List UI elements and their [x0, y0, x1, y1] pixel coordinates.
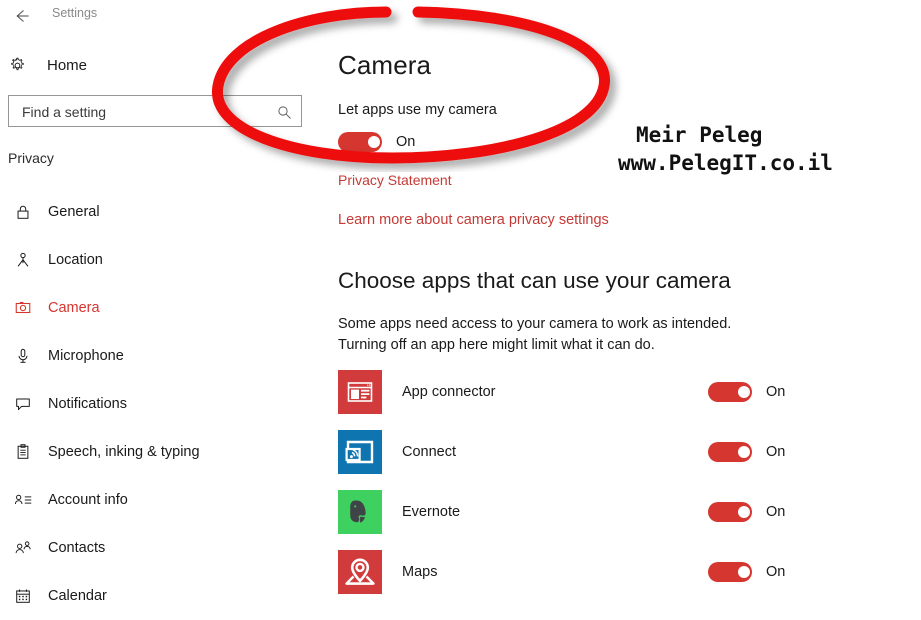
- back-arrow-icon[interactable]: [8, 2, 36, 30]
- table-row[interactable]: Maps On: [338, 550, 918, 610]
- toggle-knob: [368, 136, 380, 148]
- watermark-line-1: Meir Peleg: [636, 123, 763, 147]
- watermark: Meir Peleg www.PelegIT.co.il: [618, 121, 833, 177]
- settings-content-pane: Camera Let apps use my camera On Privacy…: [322, 34, 921, 606]
- sidebar-home-label: Home: [47, 56, 88, 74]
- maps-toggle[interactable]: [708, 562, 752, 582]
- account-list-icon: [10, 487, 36, 513]
- gear-icon: [8, 52, 38, 78]
- toggle-knob: [738, 446, 750, 458]
- sidebar-item-account-info[interactable]: Account info: [0, 476, 322, 524]
- location-pin-icon: [10, 247, 36, 273]
- sidebar-item-contacts[interactable]: Contacts: [0, 524, 322, 572]
- toggle-knob: [738, 566, 750, 578]
- sidebar-item-label: Location: [48, 252, 103, 268]
- sidebar-item-label: Camera: [48, 300, 100, 316]
- search-input[interactable]: [20, 96, 264, 128]
- sidebar-item-label: Calendar: [48, 588, 107, 604]
- privacy-statement-link[interactable]: Privacy Statement: [338, 172, 452, 188]
- app-title: Settings: [52, 6, 98, 20]
- camera-icon: [10, 295, 36, 321]
- let-apps-use-camera-toggle[interactable]: [338, 132, 382, 152]
- sidebar-item-label: Notifications: [48, 396, 127, 412]
- app-toggle-wrap: On: [708, 442, 785, 462]
- search-box[interactable]: [8, 95, 302, 128]
- sidebar-nav-list: General Location Camera Microphone Notif…: [0, 188, 322, 620]
- section-description: Some apps need access to your camera to …: [338, 316, 732, 353]
- clipboard-icon: [10, 439, 36, 465]
- speech-bubble-icon: [10, 391, 36, 417]
- sidebar-item-home[interactable]: Home: [8, 48, 87, 82]
- app-name: Evernote: [402, 504, 461, 520]
- learn-more-link[interactable]: Learn more about camera privacy settings: [338, 212, 609, 228]
- evernote-elephant-icon: [338, 490, 382, 534]
- app-toggle-wrap: On: [708, 502, 785, 522]
- app-toggle-state: On: [766, 564, 786, 580]
- app-name: App connector: [402, 384, 496, 400]
- app-connector-toggle[interactable]: [708, 382, 752, 402]
- master-toggle-row: On: [338, 128, 415, 156]
- sidebar-item-label: General: [48, 204, 100, 220]
- page-title: Camera: [338, 50, 432, 80]
- sidebar-item-notifications[interactable]: Notifications: [0, 380, 322, 428]
- table-row[interactable]: Evernote On: [338, 490, 918, 550]
- sidebar-item-general[interactable]: General: [0, 188, 322, 236]
- search-icon[interactable]: [273, 101, 295, 123]
- toggle-knob: [738, 386, 750, 398]
- section-heading: Choose apps that can use your camera: [338, 268, 731, 293]
- app-toggle-state: On: [766, 384, 786, 400]
- microphone-icon: [10, 343, 36, 369]
- connect-toggle[interactable]: [708, 442, 752, 462]
- title-bar: Settings: [0, 0, 921, 34]
- evernote-toggle[interactable]: [708, 502, 752, 522]
- sidebar-item-speech-inking-typing[interactable]: Speech, inking & typing: [0, 428, 322, 476]
- sidebar-group-label: Privacy: [8, 150, 54, 166]
- sidebar-item-microphone[interactable]: Microphone: [0, 332, 322, 380]
- toggle-knob: [738, 506, 750, 518]
- app-toggle-wrap: On: [708, 562, 785, 582]
- master-toggle-state: On: [396, 134, 416, 150]
- master-toggle-label: Let apps use my camera: [338, 102, 497, 118]
- sidebar-item-label: Contacts: [48, 540, 106, 556]
- sidebar-item-label: Microphone: [48, 348, 124, 364]
- app-toggle-state: On: [766, 444, 786, 460]
- calendar-icon: [10, 583, 36, 609]
- sidebar-item-label: Account info: [48, 492, 128, 508]
- lock-icon: [10, 199, 36, 225]
- app-connector-icon: [338, 370, 382, 414]
- table-row[interactable]: Connect On: [338, 430, 918, 490]
- table-row[interactable]: App connector On: [338, 370, 918, 430]
- app-name: Maps: [402, 564, 438, 580]
- sidebar-item-location[interactable]: Location: [0, 236, 322, 284]
- settings-sidebar: Home Privacy General: [0, 34, 322, 606]
- contacts-icon: [10, 535, 36, 561]
- app-name: Connect: [402, 444, 457, 460]
- app-toggle-wrap: On: [708, 382, 785, 402]
- sidebar-item-label: Speech, inking & typing: [48, 444, 200, 460]
- watermark-line-2: www.PelegIT.co.il: [618, 151, 833, 175]
- app-toggle-state: On: [766, 504, 786, 520]
- map-pin-icon: [338, 550, 382, 594]
- sidebar-item-calendar[interactable]: Calendar: [0, 572, 322, 620]
- app-permission-list: App connector On Connect On Evernote On …: [338, 370, 918, 610]
- sidebar-item-camera[interactable]: Camera: [0, 284, 322, 332]
- connect-cast-icon: [338, 430, 382, 474]
